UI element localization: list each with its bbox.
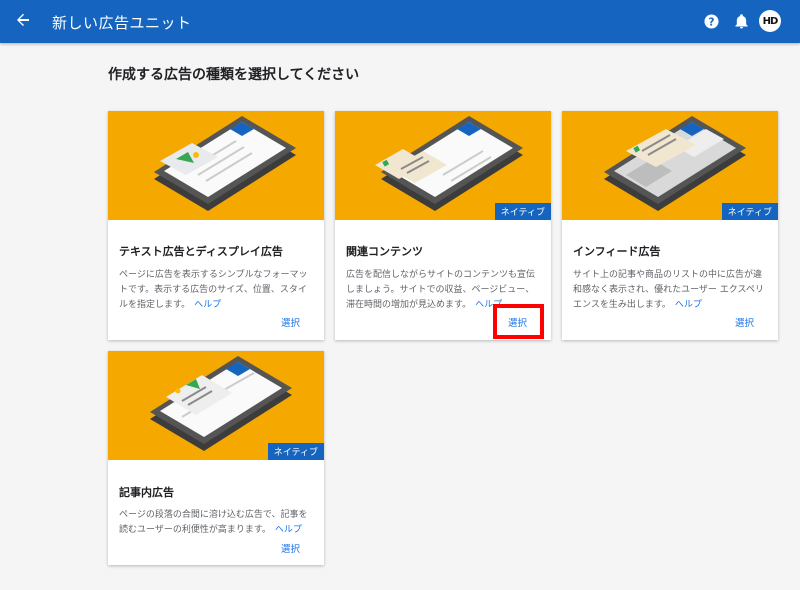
ad-type-card-in-feed: ネイティブ インフィード広告 サイト上の記事や商品のリストの中に広告が違和感なく…	[562, 111, 778, 340]
card-description: サイト上の記事や商品のリストの中に広告が違和感なく表示され、優れたユーザー エク…	[573, 268, 769, 313]
ad-type-card-in-article: ネイティブ 記事内広告 ページの段落の合間に溶け込む広告で、記事を読むユーザーの…	[108, 351, 324, 565]
select-button[interactable]: 選択	[735, 315, 754, 329]
help-link[interactable]: ヘルプ	[675, 300, 702, 310]
card-description-text: サイト上の記事や商品のリストの中に広告が違和感なく表示され、優れたユーザー エク…	[573, 270, 764, 310]
select-button[interactable]: 選択	[281, 315, 300, 329]
card-illustration	[108, 111, 324, 220]
help-link[interactable]: ヘルプ	[275, 525, 302, 535]
card-description: ページに広告を表示するシンプルなフォーマットです。表示する広告のサイズ、位置、ス…	[119, 268, 315, 313]
card-title: 記事内広告	[119, 486, 174, 499]
card-illustration: ネイティブ	[108, 351, 324, 460]
card-title: 関連コンテンツ	[346, 245, 423, 258]
native-badge: ネイティブ	[721, 203, 778, 220]
svg-text:?: ?	[708, 16, 714, 28]
top-app-bar: 新しい広告ユニット ? HD	[0, 0, 800, 43]
card-title: インフィード広告	[573, 245, 661, 258]
card-illustration: ネイティブ	[562, 111, 778, 220]
user-avatar[interactable]: HD	[759, 10, 781, 32]
select-button[interactable]: 選択	[281, 541, 300, 555]
native-badge: ネイティブ	[267, 443, 324, 460]
card-description: ページの段落の合間に溶け込む広告で、記事を読むユーザーの利便性が高まります。 ヘル…	[119, 508, 315, 538]
highlight-box	[493, 304, 544, 339]
card-title: テキスト広告とディスプレイ広告	[119, 245, 283, 258]
back-arrow-icon[interactable]	[11, 8, 35, 32]
help-link[interactable]: ヘルプ	[194, 300, 221, 310]
notifications-bell-icon[interactable]	[731, 11, 751, 31]
ad-type-card-display: テキスト広告とディスプレイ広告 ページに広告を表示するシンプルなフォーマットです…	[108, 111, 324, 340]
page-title: 作成する広告の種類を選択してください	[108, 67, 360, 83]
app-title: 新しい広告ユニット	[52, 14, 192, 32]
native-badge: ネイティブ	[494, 203, 551, 220]
card-illustration: ネイティブ	[335, 111, 551, 220]
help-icon[interactable]: ?	[701, 11, 721, 31]
